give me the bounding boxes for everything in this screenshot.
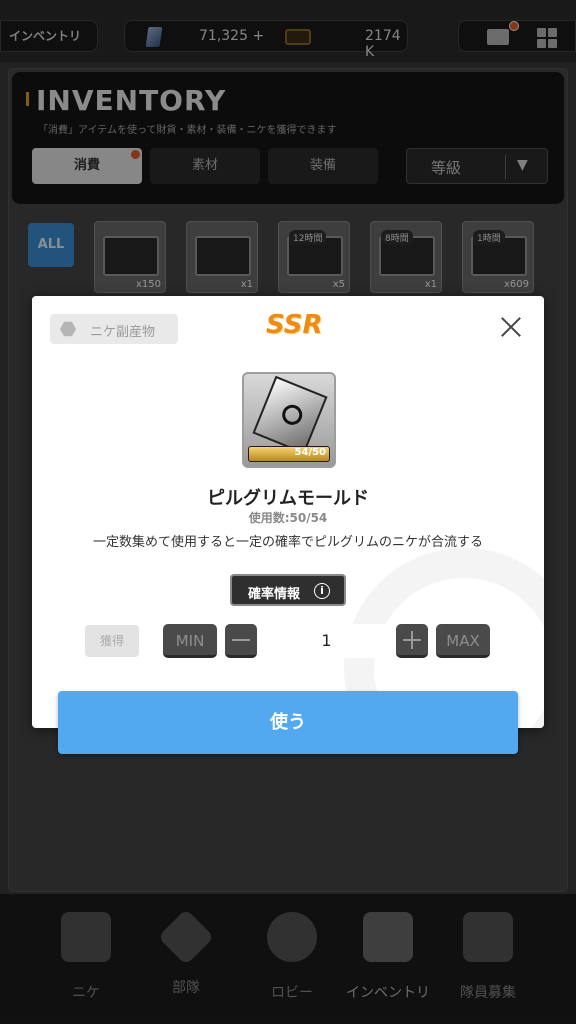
progress-bar: 54/50 bbox=[248, 446, 330, 462]
plus-icon[interactable] bbox=[396, 624, 428, 658]
usage-count: 使用数:50/54 bbox=[248, 511, 328, 525]
min-button[interactable]: MIN bbox=[163, 624, 217, 658]
info-icon: i bbox=[314, 583, 330, 599]
item-name: ピルグリムモールド bbox=[207, 488, 369, 509]
item-description: 一定数集めて使用すると一定の確率でピルグリムのニケが合流する bbox=[92, 535, 483, 550]
item-icon: 54/50 bbox=[242, 372, 336, 468]
item-detail-modal: ニケ副産物 SSR 54/50 ピルグリムモールド 使用数:50/54 一定数集… bbox=[32, 296, 544, 728]
category-label: ニケ副産物 bbox=[90, 325, 156, 340]
probability-label: 確率情報 bbox=[248, 587, 301, 602]
quantity-field[interactable]: 1 bbox=[257, 624, 396, 658]
gain-label: 獲得 bbox=[85, 625, 139, 657]
mold-icon bbox=[252, 375, 328, 455]
max-button[interactable]: MAX bbox=[436, 624, 490, 658]
use-button[interactable]: 使う bbox=[58, 691, 518, 754]
category-badge: ニケ副産物 bbox=[50, 314, 178, 344]
close-icon[interactable] bbox=[494, 310, 528, 344]
probability-info-button[interactable]: 確率情報 i bbox=[230, 574, 346, 606]
progress-label: 54/50 bbox=[294, 447, 326, 458]
hexagon-icon bbox=[60, 321, 76, 337]
rarity-badge: SSR bbox=[266, 310, 323, 340]
minus-icon[interactable] bbox=[225, 624, 257, 658]
